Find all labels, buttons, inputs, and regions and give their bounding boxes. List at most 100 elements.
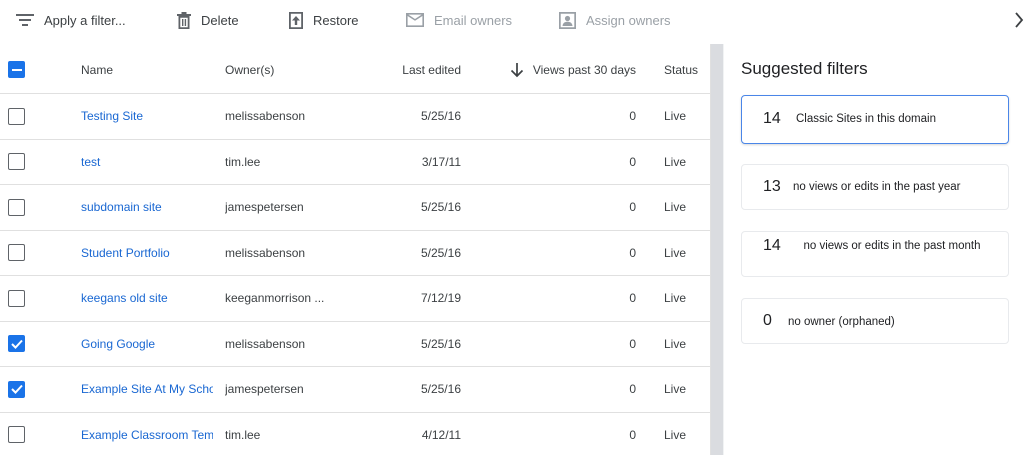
table-row[interactable]: subdomain site jamespetersen 5/25/16 0 Live xyxy=(0,185,710,231)
minus-icon xyxy=(11,68,22,71)
site-name-link[interactable]: keegans old site xyxy=(81,276,213,321)
assign-owners-label: Assign owners xyxy=(586,12,671,28)
last-edited-cell: 5/25/16 xyxy=(420,382,461,397)
filter-card-count: 0 xyxy=(763,312,772,329)
column-header-name[interactable]: Name xyxy=(81,46,213,93)
delete-label: Delete xyxy=(201,12,239,28)
last-edited-cell: 5/25/16 xyxy=(420,245,461,260)
assign-person-icon xyxy=(559,11,576,29)
views-cell: 0 xyxy=(629,336,636,351)
email-owners-button[interactable]: Email owners xyxy=(406,0,512,40)
owner-cell: tim.lee xyxy=(225,154,261,169)
filter-list-icon xyxy=(16,14,34,26)
filter-card-no-activity-month[interactable]: 14 no views or edits in the past month xyxy=(741,231,1009,277)
owner-cell: jamespetersen xyxy=(225,200,304,215)
restore-upload-icon xyxy=(289,11,303,29)
table-row[interactable]: Example Site At My School jamespetersen 5/… xyxy=(0,367,710,413)
column-header-views-label: Views past 30 days xyxy=(532,62,636,77)
site-name-link[interactable]: Example Site At My School xyxy=(81,367,213,412)
status-cell: Live xyxy=(664,109,687,124)
views-cell: 0 xyxy=(629,427,636,442)
arrow-down-icon xyxy=(510,62,523,77)
views-cell: 0 xyxy=(629,382,636,397)
table-row[interactable]: Testing Site melissabenson 5/25/16 0 Live xyxy=(0,94,710,140)
column-header-views[interactable]: Views past 30 days xyxy=(470,46,636,93)
apply-filter-button[interactable]: Apply a filter... xyxy=(16,0,126,40)
owner-cell: melissabenson xyxy=(225,109,306,124)
owner-cell: jamespetersen xyxy=(225,382,304,397)
site-name-link[interactable]: test xyxy=(81,140,213,185)
table-header-row: Name Owner(s) Last edited Views past 30 … xyxy=(0,46,710,94)
assign-owners-button[interactable]: Assign owners xyxy=(559,0,671,40)
site-name-link[interactable]: Testing Site xyxy=(81,94,213,139)
table-row[interactable]: Going Google melissabenson 5/25/16 0 Live xyxy=(0,322,710,367)
status-cell: Live xyxy=(664,245,687,260)
site-name-link[interactable]: Going Google xyxy=(81,322,213,367)
filter-card-classic-sites[interactable]: 14 Classic Sites in this domain xyxy=(741,95,1009,144)
chevron-right-icon[interactable] xyxy=(1014,12,1024,28)
mail-icon xyxy=(406,13,424,27)
views-cell: 0 xyxy=(629,200,636,215)
toolbar: Apply a filter... Delete Restore Email o… xyxy=(0,0,1024,40)
site-name-link[interactable]: subdomain site xyxy=(81,185,213,230)
scrollbar-thumb[interactable] xyxy=(711,44,723,455)
check-icon xyxy=(10,339,23,349)
owner-cell: keeganmorrison ... xyxy=(225,291,325,306)
apply-filter-label: Apply a filter... xyxy=(44,12,126,28)
restore-button[interactable]: Restore xyxy=(289,0,359,40)
filter-card-label: Classic Sites in this domain xyxy=(796,113,936,125)
select-all-checkbox[interactable] xyxy=(8,61,25,78)
filter-card-no-activity-year[interactable]: 13 no views or edits in the past year xyxy=(741,164,1009,210)
owner-cell: melissabenson xyxy=(225,245,306,260)
filter-card-count: 14 xyxy=(763,110,781,127)
status-cell: Live xyxy=(664,336,687,351)
sites-table: Name Owner(s) Last edited Views past 30 … xyxy=(0,46,710,455)
last-edited-cell: 5/25/16 xyxy=(420,336,461,351)
filter-card-count: 14 xyxy=(763,237,781,254)
status-cell: Live xyxy=(664,427,687,442)
views-cell: 0 xyxy=(629,109,636,124)
row-checkbox[interactable] xyxy=(8,107,25,125)
filter-card-label: no views or edits in the past month xyxy=(803,240,981,252)
delete-button[interactable]: Delete xyxy=(177,0,239,40)
views-cell: 0 xyxy=(629,154,636,169)
column-header-last-edited[interactable]: Last edited xyxy=(340,46,461,93)
email-owners-label: Email owners xyxy=(434,12,513,28)
table-row[interactable]: keegans old site keeganmorrison ... 7/12/1… xyxy=(0,276,710,322)
owner-cell: melissabenson xyxy=(225,336,306,351)
owner-cell: tim.lee xyxy=(225,427,261,442)
last-edited-cell: 3/17/11 xyxy=(421,154,461,169)
table-row[interactable]: Student Portfolio melissabenson 5/25/16 0 Li… xyxy=(0,231,710,276)
check-icon xyxy=(10,385,23,395)
filter-card-orphaned[interactable]: 0 no owner (orphaned) xyxy=(741,298,1009,344)
row-checkbox[interactable] xyxy=(8,244,25,262)
row-checkbox[interactable] xyxy=(8,335,25,353)
row-checkbox[interactable] xyxy=(8,426,25,444)
views-cell: 0 xyxy=(629,245,636,260)
row-checkbox[interactable] xyxy=(8,289,25,307)
column-header-status[interactable]: Status xyxy=(664,46,710,93)
last-edited-cell: 5/25/16 xyxy=(420,109,461,124)
site-name-link[interactable]: Example Classroom Template xyxy=(81,413,213,455)
status-cell: Live xyxy=(664,382,687,397)
last-edited-cell: 4/12/11 xyxy=(421,427,461,442)
suggested-filters-title: Suggested filters xyxy=(741,59,868,78)
row-checkbox[interactable] xyxy=(8,153,25,171)
filter-card-count: 13 xyxy=(763,178,781,195)
views-cell: 0 xyxy=(629,291,636,306)
filter-card-label: no owner (orphaned) xyxy=(788,316,895,328)
last-edited-cell: 5/25/16 xyxy=(420,200,461,215)
table-row[interactable]: test tim.lee 3/17/11 0 Live xyxy=(0,140,710,185)
trash-icon xyxy=(177,11,191,29)
restore-label: Restore xyxy=(313,12,359,28)
status-cell: Live xyxy=(664,291,687,306)
site-name-link[interactable]: Student Portfolio xyxy=(81,231,213,276)
status-cell: Live xyxy=(664,154,687,169)
filter-card-label: no views or edits in the past year xyxy=(793,181,961,193)
status-cell: Live xyxy=(664,200,687,215)
column-header-owners[interactable]: Owner(s) xyxy=(225,46,335,93)
row-checkbox[interactable] xyxy=(8,198,25,216)
table-row[interactable]: Example Classroom Template tim.lee 4/12/11… xyxy=(0,413,710,455)
row-checkbox[interactable] xyxy=(8,380,25,398)
last-edited-cell: 7/12/19 xyxy=(420,291,461,306)
